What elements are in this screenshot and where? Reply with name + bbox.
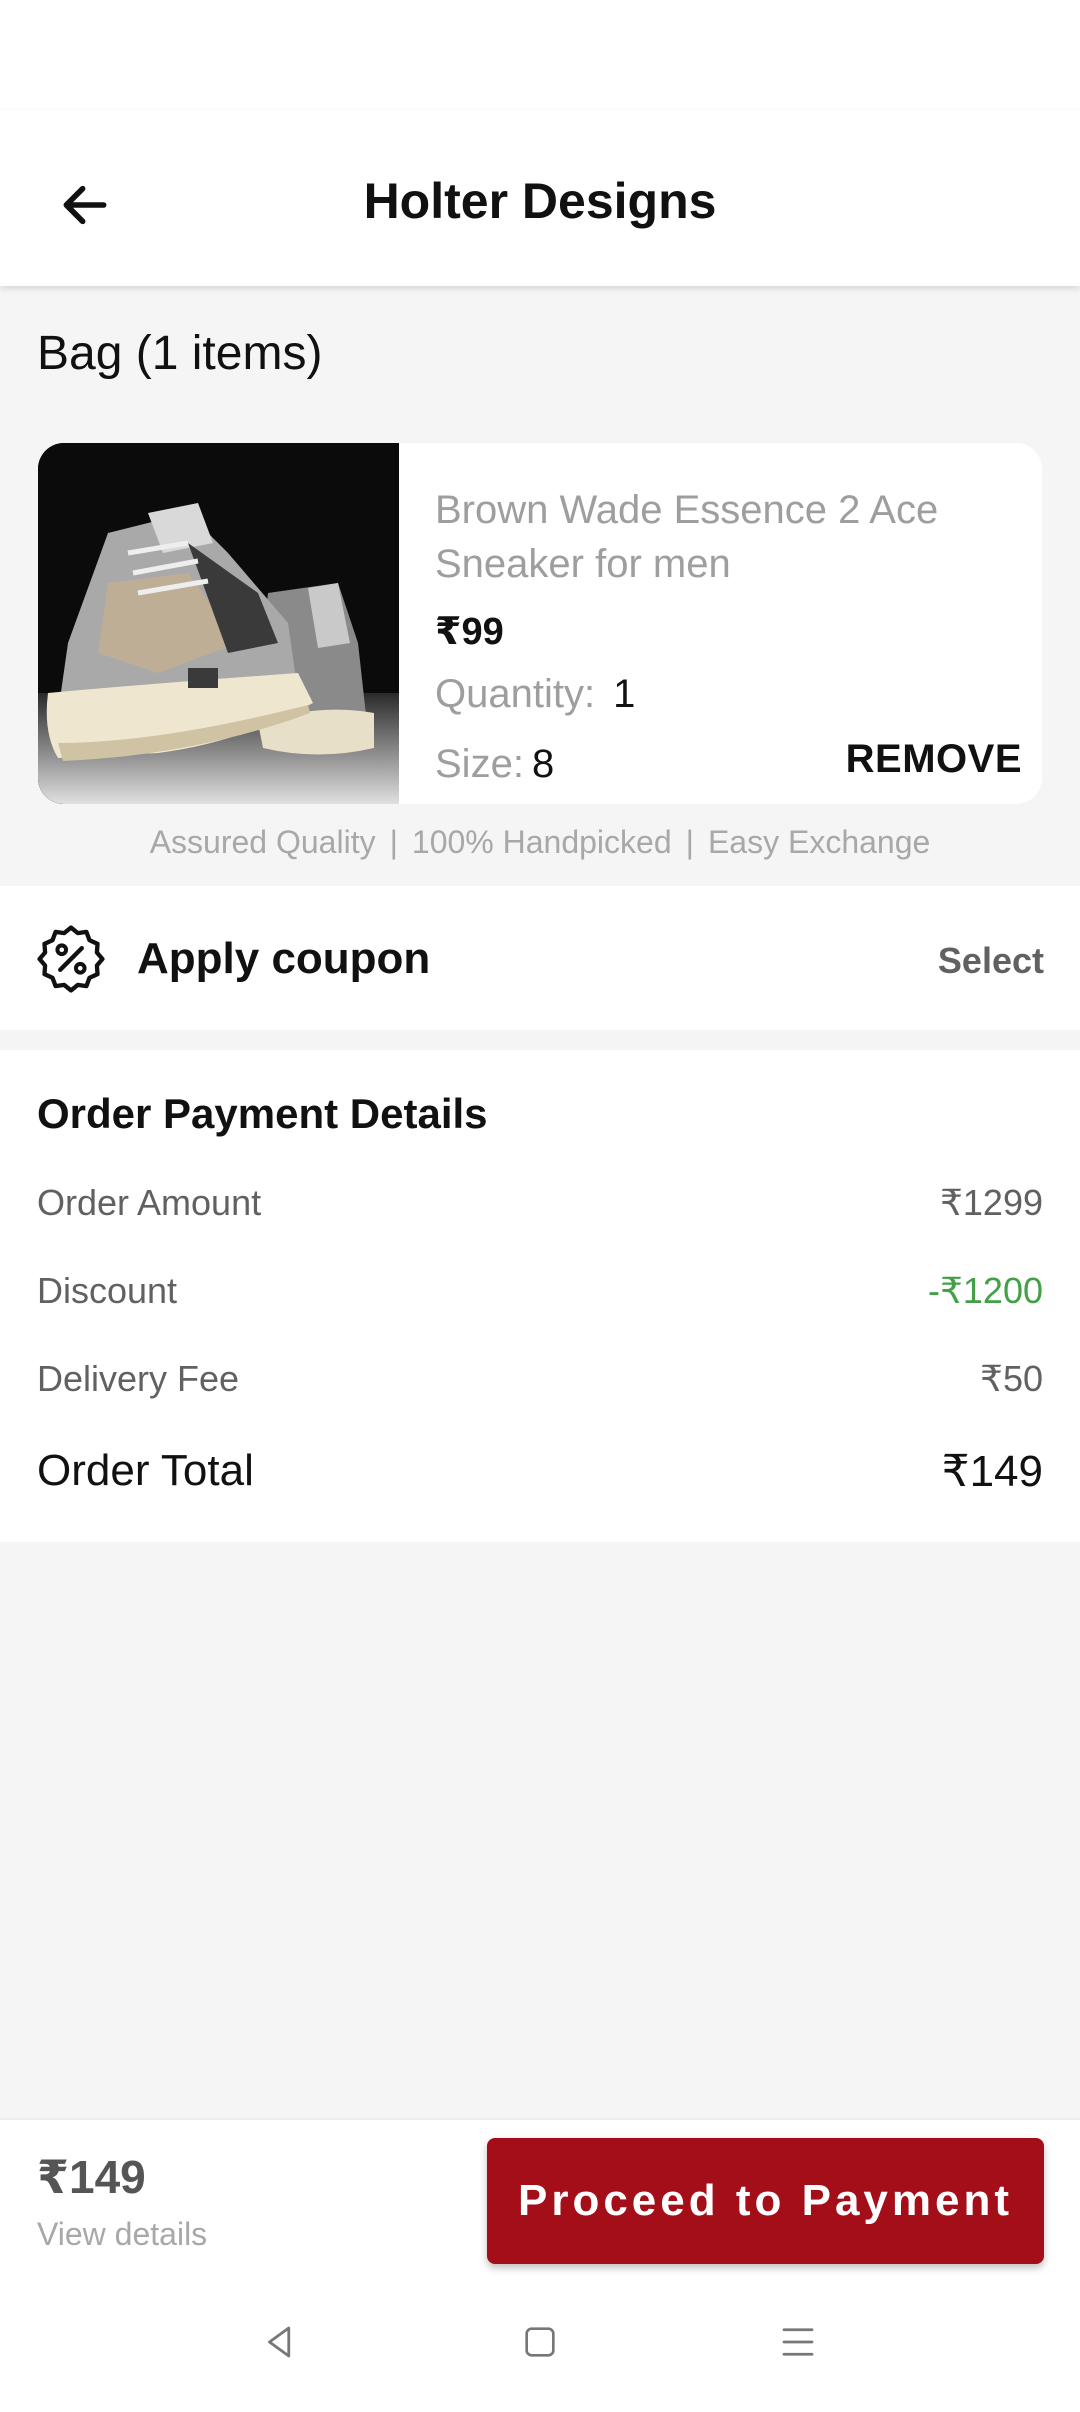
delivery-fee-label: Delivery Fee	[37, 1358, 240, 1399]
delivery-fee-value: ₹50	[980, 1358, 1043, 1399]
quantity-value: 1	[613, 672, 636, 716]
bag-title: Bag (1 items)	[37, 327, 323, 380]
order-total-row: Order Total ₹149	[37, 1446, 1043, 1497]
bottom-total: ₹149	[37, 2151, 146, 2203]
payment-heading: Order Payment Details	[37, 1090, 488, 1137]
back-triangle-icon	[268, 2326, 291, 2358]
view-details-link[interactable]: View details	[37, 2216, 207, 2253]
remove-button[interactable]: REMOVE	[846, 737, 1022, 782]
quantity-row[interactable]: Quantity: 1	[435, 672, 635, 717]
assurance-separator: |	[685, 824, 694, 860]
size-value: 8	[531, 742, 555, 786]
discount-row: Discount -₹1200	[37, 1270, 1043, 1312]
coupon-select-button[interactable]: Select	[938, 940, 1044, 982]
size-row[interactable]: Size: 8	[435, 742, 554, 787]
discount-label: Discount	[37, 1270, 178, 1311]
assurance-item: Assured Quality	[149, 824, 376, 860]
app-header: Holter Designs	[0, 110, 1080, 286]
assurance-separator: |	[389, 824, 398, 860]
menu-lines-icon	[782, 2328, 814, 2356]
apply-coupon-label[interactable]: Apply coupon	[137, 934, 430, 984]
order-amount-value: ₹1299	[940, 1182, 1043, 1223]
nav-back-button[interactable]	[250, 2312, 310, 2372]
product-image[interactable]	[38, 443, 399, 804]
nav-menu-button[interactable]	[768, 2312, 828, 2372]
assurance-item: 100% Handpicked	[411, 824, 672, 860]
quantity-label: Quantity:	[435, 672, 596, 716]
proceed-to-payment-button[interactable]: Proceed to Payment	[487, 2138, 1044, 2264]
product-card[interactable]: Brown Wade Essence 2 Ace Sneaker for men…	[38, 443, 1042, 804]
payment-details-section: Order Payment Details Order Amount ₹1299…	[0, 1050, 1080, 1542]
assurance-item: Easy Exchange	[707, 824, 931, 860]
order-total-label: Order Total	[37, 1446, 254, 1495]
product-name[interactable]: Brown Wade Essence 2 Ace Sneaker for men	[435, 483, 995, 591]
product-price: ₹99	[435, 611, 504, 653]
home-square-icon	[525, 2327, 555, 2357]
status-bar	[0, 0, 1080, 110]
system-nav-bar	[0, 2278, 1080, 2412]
nav-home-button[interactable]	[510, 2312, 570, 2372]
page-title: Holter Designs	[363, 173, 717, 229]
order-total-value: ₹149	[941, 1447, 1043, 1496]
coupon-section[interactable]: Apply coupon Select	[0, 886, 1080, 1030]
order-amount-label: Order Amount	[37, 1182, 262, 1223]
size-label: Size:	[435, 742, 524, 786]
order-amount-row: Order Amount ₹1299	[37, 1182, 1043, 1224]
discount-badge-icon	[37, 925, 105, 993]
delivery-fee-row: Delivery Fee ₹50	[37, 1358, 1043, 1400]
sneaker-image	[38, 443, 399, 804]
discount-value: -₹1200	[928, 1270, 1043, 1311]
checkout-bar: ₹149 View details Proceed to Payment	[0, 2118, 1080, 2278]
assurance-strip: Assured Quality | 100% Handpicked | Easy Exc…	[0, 824, 1080, 861]
